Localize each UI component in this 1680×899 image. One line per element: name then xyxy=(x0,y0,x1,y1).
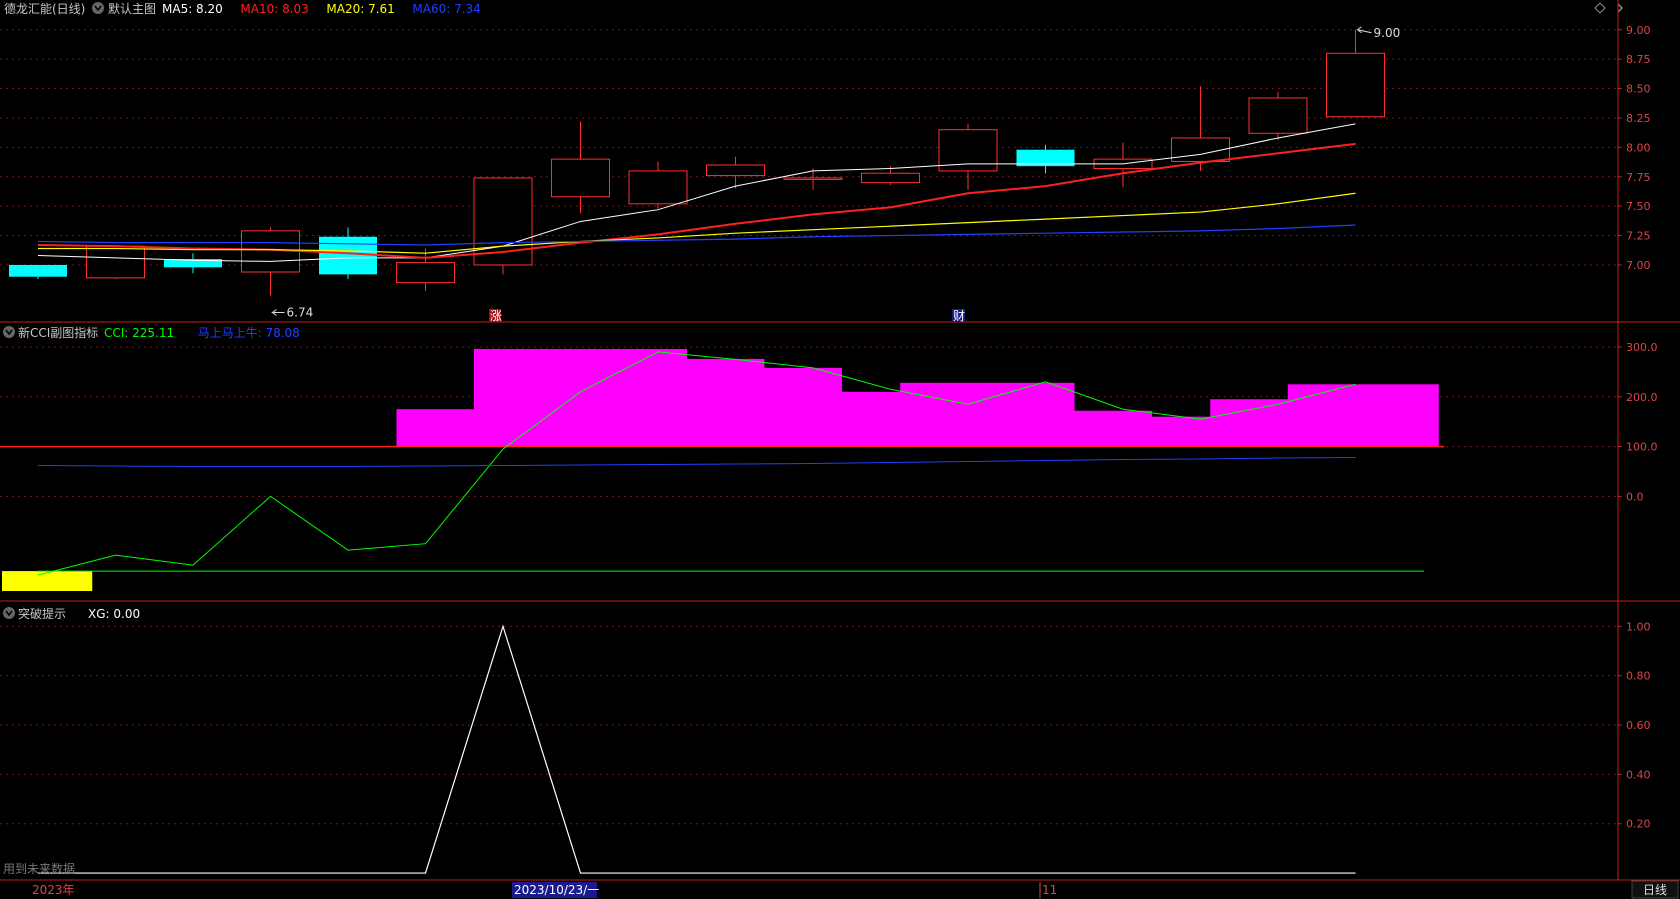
main-indicator-name: 默认主图 xyxy=(108,1,156,16)
year-label: 2023年 xyxy=(32,883,75,897)
y-tick-label: 1.00 xyxy=(1626,620,1651,633)
candle-body xyxy=(1326,52,1385,118)
candle-body xyxy=(706,164,765,177)
finance-text: 财 xyxy=(953,309,965,323)
candle-body xyxy=(1248,97,1308,134)
y-tick-label: 300.0 xyxy=(1626,341,1658,354)
finance-marker: 财 xyxy=(952,309,965,323)
candle-body xyxy=(628,170,688,205)
y-tick-label: 0.0 xyxy=(1626,490,1644,503)
y-tick-label: 0.20 xyxy=(1626,818,1651,831)
candle-body xyxy=(319,236,377,275)
y-tick-label: 8.25 xyxy=(1626,112,1651,125)
candle-16 xyxy=(1248,92,1308,141)
chart-background xyxy=(0,0,1680,899)
indicator-menu-icon[interactable] xyxy=(3,607,15,619)
legend-label-1: MA10: 8.03 xyxy=(240,2,308,16)
cci-title: 新CCI副图指标 xyxy=(18,325,98,340)
cci-legend: CCI: 225.11 马上马上牛: 78.08 xyxy=(104,325,300,340)
y-tick-label: 7.00 xyxy=(1626,259,1651,272)
y-tick-label: 0.60 xyxy=(1626,719,1651,732)
y-tick-label: 7.75 xyxy=(1626,171,1651,184)
candle-body xyxy=(551,158,610,198)
candle-1 xyxy=(86,245,145,280)
limit-up-marker: 涨 xyxy=(489,308,502,323)
candle-body xyxy=(783,177,843,180)
legend-label-2: MA20: 7.61 xyxy=(326,2,394,16)
period-button-label: 日线 xyxy=(1643,883,1667,897)
y-tick-label: 7.50 xyxy=(1626,200,1651,213)
y-tick-label: 8.00 xyxy=(1626,141,1651,154)
high-price-label: 9.00 xyxy=(1374,26,1401,40)
cursor-date: 2023/10/23/一 xyxy=(514,883,599,897)
cci-panel-header: 新CCI副图指标 CCI: 225.11 马上马上牛: 78.08 xyxy=(3,325,300,340)
stock-chart[interactable]: 德龙汇能(日线) 默认主图 MA5: 8.20 MA10: 8.03 MA20: 7… xyxy=(0,0,1680,899)
candle-body xyxy=(9,264,67,277)
limit-up-text: 涨 xyxy=(490,308,502,323)
cci-yellow-block xyxy=(2,571,93,592)
candle-6 xyxy=(473,177,533,275)
low-price-label: 6.74 xyxy=(287,306,314,320)
legend-label-0: MA5: 8.20 xyxy=(162,2,223,16)
month-label: 11 xyxy=(1042,883,1057,897)
candle-body xyxy=(396,262,455,284)
y-tick-label: 8.75 xyxy=(1626,53,1651,66)
cci-bar-11 xyxy=(1287,384,1439,447)
legend-label-1: 马上马上牛: 78.08 xyxy=(198,325,300,340)
xg-title: 突破提示 xyxy=(18,606,66,621)
indicator-menu-icon[interactable] xyxy=(92,2,104,14)
candle-body xyxy=(86,245,145,279)
legend-label-3: MA60: 7.34 xyxy=(412,2,480,16)
legend-label-0: XG: 0.00 xyxy=(88,607,140,621)
y-tick-label: 8.50 xyxy=(1626,83,1651,96)
indicator-menu-icon[interactable] xyxy=(3,326,15,338)
y-tick-label: 0.80 xyxy=(1626,670,1651,683)
y-tick-label: 0.40 xyxy=(1626,768,1651,781)
y-tick-label: 100.0 xyxy=(1626,441,1658,454)
y-tick-label: 7.25 xyxy=(1626,230,1651,243)
stock-title: 德龙汇能(日线) xyxy=(4,1,85,16)
future-data-note: 用到未来数据 xyxy=(3,861,75,876)
y-tick-label: 9.00 xyxy=(1626,24,1651,37)
candle-body xyxy=(861,172,920,184)
legend-label-0: CCI: 225.11 xyxy=(104,326,174,340)
xg-legend: XG: 0.00 xyxy=(88,607,140,621)
y-tick-label: 200.0 xyxy=(1626,391,1658,404)
